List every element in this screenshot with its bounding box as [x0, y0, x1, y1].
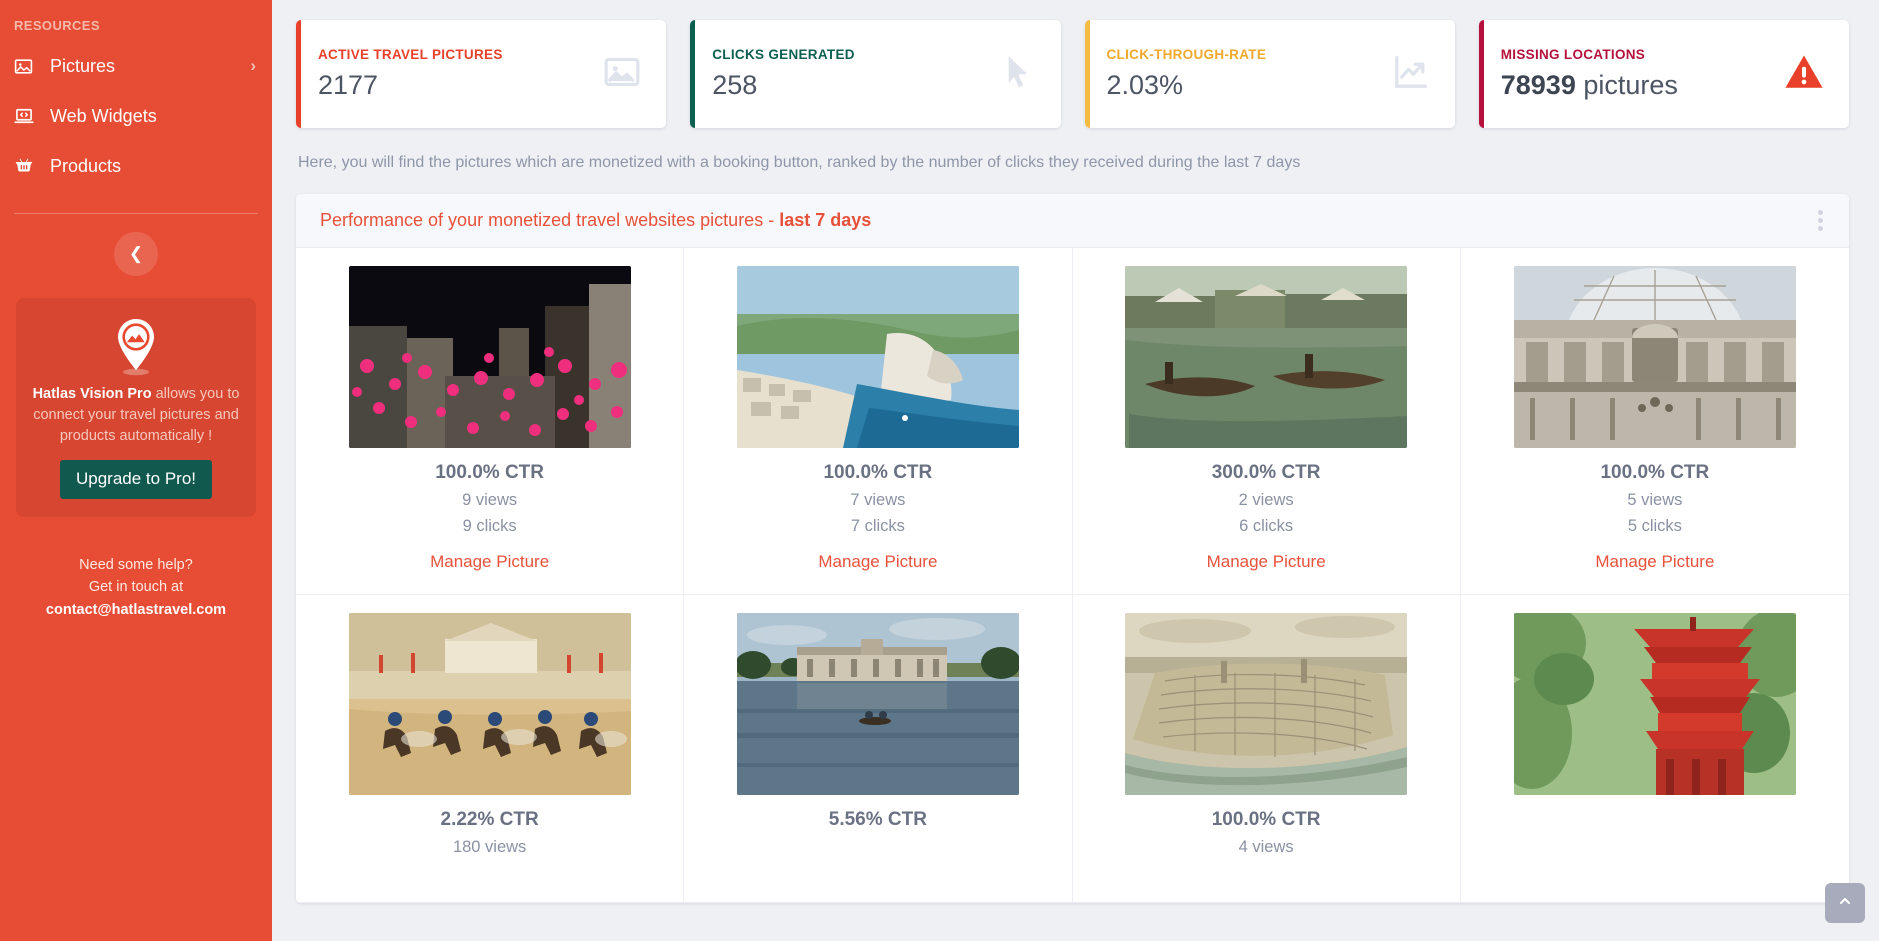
kpi-label: ACTIVE TRAVEL PICTURES [318, 47, 503, 62]
kpi-value-number: 78939 [1500, 70, 1576, 100]
warning-triangle-icon [1783, 51, 1825, 98]
picture-card: 100.0% CTR 5 views 5 clicks Manage Pictu… [1460, 248, 1849, 595]
sidebar-item-web-widgets[interactable]: Web Widgets [0, 91, 272, 141]
kpi-body: ACTIVE TRAVEL PICTURES 2177 [318, 47, 590, 101]
chevron-right-icon: › [250, 56, 256, 75]
kpi-card-active-travel-pictures[interactable]: ACTIVE TRAVEL PICTURES 2177 [296, 20, 667, 128]
map-pin-mountain-logo [30, 316, 242, 378]
kpi-value: 258 [712, 70, 758, 100]
picture-thumbnail[interactable] [348, 266, 631, 448]
manage-picture-link[interactable]: Manage Picture [1595, 552, 1714, 572]
picture-thumbnail[interactable] [736, 266, 1019, 448]
kpi-row: ACTIVE TRAVEL PICTURES 2177 CLICKS GENER… [296, 0, 1849, 128]
picture-ctr: 5.56% CTR [828, 809, 927, 830]
pictures-grid: 100.0% CTR 9 views 9 clicks Manage Pictu… [296, 248, 1849, 903]
intro-text: Here, you will find the pictures which a… [298, 154, 1301, 171]
kpi-body: CLICK-THROUGH-RATE 2.03% [1107, 47, 1379, 101]
sidebar-collapse-button[interactable]: ❮ [114, 232, 158, 276]
sidebar-collapse-wrap: ❮ [0, 232, 272, 276]
picture-thumbnail[interactable] [348, 613, 631, 795]
picture-views: 2 views [1238, 491, 1294, 509]
picture-clicks: 6 clicks [1239, 517, 1294, 535]
picture-thumbnail[interactable] [1125, 266, 1408, 448]
picture-thumbnail[interactable] [1513, 266, 1796, 448]
picture-ctr: 2.22% CTR [440, 809, 539, 830]
picture-thumbnail[interactable] [1125, 613, 1408, 795]
picture-clicks: 5 clicks [1627, 517, 1682, 535]
help-line-1: Need some help? [79, 557, 193, 574]
kpi-body: MISSING LOCATIONS 78939 pictures [1501, 47, 1771, 101]
kpi-value: 2177 [318, 70, 379, 100]
promo-card: Hatlas Vision Pro allows you to connect … [16, 298, 256, 518]
panel-title-range: last 7 days [779, 210, 872, 230]
manage-picture-link[interactable]: Manage Picture [818, 552, 937, 572]
scroll-to-top-button[interactable] [1825, 883, 1865, 923]
picture-ctr: 100.0% CTR [435, 462, 545, 483]
sidebar-item-label: Web Widgets [50, 105, 157, 126]
kpi-value-suffix: pictures [1583, 70, 1678, 100]
app-root: RESOURCES Pictures › Web Widgets Product… [0, 0, 1879, 941]
picture-ctr: 100.0% CTR [823, 462, 933, 483]
picture-ctr: 100.0% CTR [1600, 462, 1710, 483]
page-title: Performance of your monetized travel web… [320, 210, 1814, 231]
kpi-body: CLICKS GENERATED 258 [712, 47, 984, 101]
picture-card: 100.0% CTR 7 views 7 clicks Manage Pictu… [684, 248, 1073, 595]
picture-views: 4 views [1238, 838, 1294, 856]
image-icon [14, 57, 40, 76]
kebab-menu-icon[interactable] [1814, 206, 1827, 235]
kpi-card-missing-locations[interactable]: MISSING LOCATIONS 78939 pictures [1478, 20, 1849, 128]
line-chart-up-icon [1391, 52, 1431, 97]
sidebar-divider [14, 213, 258, 214]
chevron-left-icon: ❮ [128, 244, 144, 263]
picture-thumbnail[interactable] [736, 613, 1019, 795]
picture-clicks: 9 clicks [462, 517, 517, 535]
panel-header: Performance of your monetized travel web… [296, 194, 1849, 248]
picture-card: 5.56% CTR [684, 595, 1073, 903]
sidebar-section-title: RESOURCES [14, 18, 100, 33]
support-email-link[interactable]: contact@hatlastravel.com [0, 600, 272, 622]
promo-text: Hatlas Vision Pro allows you to connect … [30, 384, 242, 447]
image-icon [602, 52, 642, 97]
manage-picture-link[interactable]: Manage Picture [430, 552, 549, 572]
promo-brand: Hatlas Vision Pro [32, 386, 152, 402]
sidebar-item-products[interactable]: Products [0, 141, 272, 191]
panel-title-plain: Performance of your monetized travel web… [320, 210, 780, 230]
picture-card: 100.0% CTR 9 views 9 clicks Manage Pictu… [296, 248, 685, 595]
chevron-up-icon [1837, 893, 1853, 914]
cursor-arrow-icon [997, 52, 1037, 97]
help-block: Need some help? Get in touch at contact@… [0, 555, 272, 621]
picture-views: 9 views [462, 491, 518, 509]
picture-card: 100.0% CTR 4 views [1072, 595, 1461, 903]
kpi-card-click-through-rate[interactable]: CLICK-THROUGH-RATE 2.03% [1084, 20, 1455, 128]
kpi-value: 2.03% [1106, 70, 1184, 100]
sidebar-item-label: Pictures [50, 55, 116, 76]
picture-card: 300.0% CTR 2 views 6 clicks Manage Pictu… [1072, 248, 1461, 595]
picture-card: 2.22% CTR 180 views [296, 595, 685, 903]
manage-picture-link[interactable]: Manage Picture [1207, 552, 1326, 572]
laptop-code-icon [14, 106, 40, 126]
basket-icon [14, 156, 40, 176]
upgrade-to-pro-button[interactable]: Upgrade to Pro! [59, 460, 212, 500]
picture-ctr: 300.0% CTR [1211, 462, 1321, 483]
picture-views: 180 views [452, 838, 527, 856]
picture-views: 7 views [850, 491, 906, 509]
kpi-label: MISSING LOCATIONS [1500, 47, 1646, 62]
help-line-2: Get in touch at [88, 578, 184, 595]
kpi-label: CLICK-THROUGH-RATE [1106, 47, 1267, 62]
sidebar-item-label: Products [50, 155, 122, 176]
kpi-card-clicks-generated[interactable]: CLICKS GENERATED 258 [690, 20, 1061, 128]
performance-panel: Performance of your monetized travel web… [296, 194, 1849, 903]
sidebar: RESOURCES Pictures › Web Widgets Product… [0, 0, 272, 941]
picture-clicks: 7 clicks [850, 517, 905, 535]
picture-card [1460, 595, 1849, 903]
picture-thumbnail[interactable] [1513, 613, 1796, 795]
sidebar-item-pictures[interactable]: Pictures › [0, 41, 272, 91]
picture-ctr: 100.0% CTR [1211, 809, 1321, 830]
picture-views: 5 views [1627, 491, 1683, 509]
main-content: ACTIVE TRAVEL PICTURES 2177 CLICKS GENER… [272, 0, 1879, 941]
kpi-value: 78939 pictures [1501, 70, 1771, 101]
kpi-label: CLICKS GENERATED [712, 47, 855, 62]
